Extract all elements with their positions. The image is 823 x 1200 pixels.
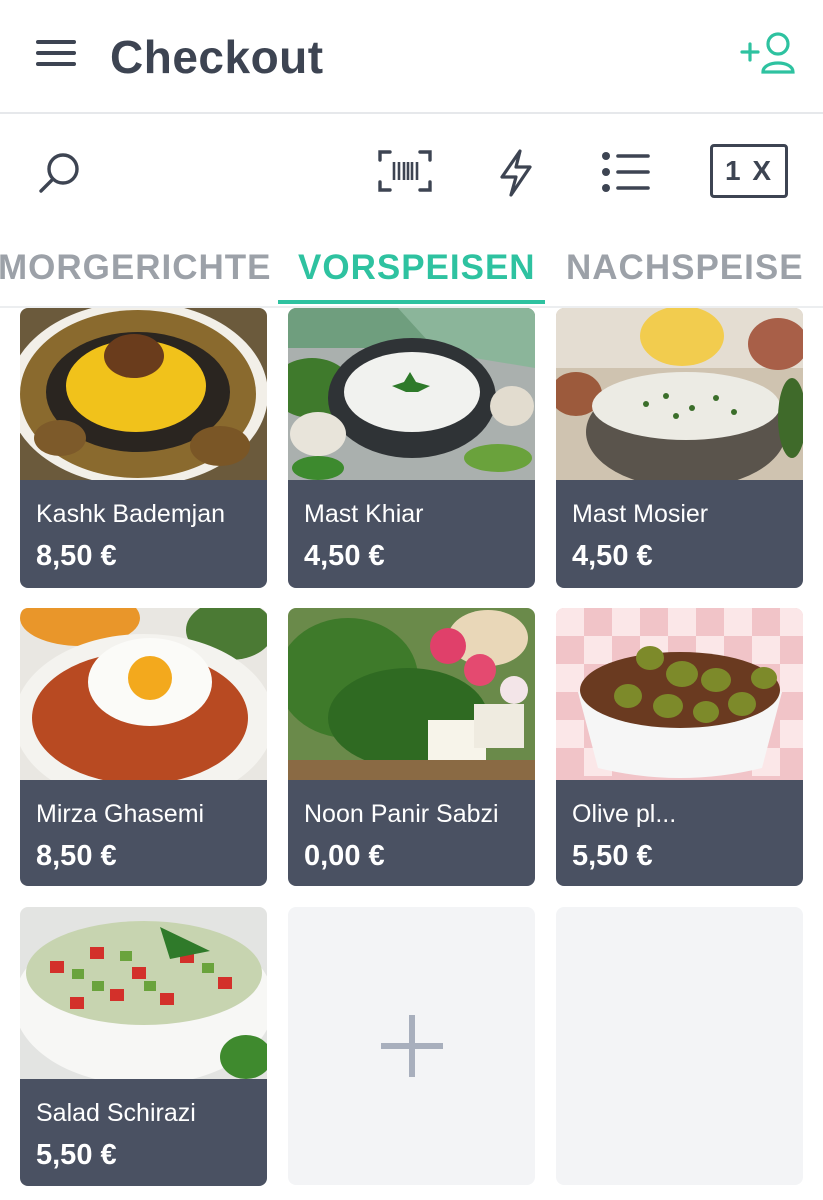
product-name: Mirza Ghasemi [36, 800, 205, 828]
hamburger-menu-icon[interactable] [28, 34, 84, 74]
product-price: 5,50 € [36, 1139, 117, 1171]
plus-icon [381, 1015, 443, 1077]
category-tabs: MORGERICHTE VORSPEISEN NACHSPEISE [0, 226, 823, 308]
barcode-scan-icon[interactable] [376, 146, 434, 196]
product-image [288, 608, 535, 780]
product-card[interactable]: Noon Panir Sabzi 0,00 € [288, 608, 535, 886]
search-icon[interactable] [34, 148, 86, 200]
product-card[interactable]: Salad Schirazi 5,50 € [20, 907, 267, 1186]
page-title: Checkout [110, 31, 324, 83]
product-card[interactable]: Mirza Ghasemi 8,50 € [20, 608, 267, 886]
lightning-icon[interactable] [494, 148, 538, 198]
product-price: 4,50 € [572, 540, 653, 572]
product-info: Salad Schirazi 5,50 € [20, 1079, 267, 1186]
product-name: Mast Mosier [572, 500, 709, 528]
product-name: Kashk Bademjan [36, 500, 226, 528]
product-grid: Kashk Bademjan 8,50 € Mast Khiar 4,50 € [0, 308, 823, 1200]
product-info: Mirza Ghasemi 8,50 € [20, 780, 267, 886]
product-image [556, 308, 803, 480]
product-image [20, 608, 267, 780]
product-card[interactable]: Olive pl... 5,50 € [556, 608, 803, 886]
empty-slot [556, 907, 803, 1185]
product-card[interactable]: Mast Khiar 4,50 € [288, 308, 535, 588]
quantity-multiplier-button[interactable]: 1 X [710, 144, 788, 198]
toolbar: 1 X [0, 114, 823, 226]
add-product-button[interactable] [288, 907, 535, 1185]
product-image [556, 608, 803, 780]
product-info: Noon Panir Sabzi 0,00 € [288, 780, 535, 886]
product-price: 5,50 € [572, 840, 653, 872]
product-card[interactable]: Kashk Bademjan 8,50 € [20, 308, 267, 588]
tab-nachspeise[interactable]: NACHSPEISE [566, 248, 804, 288]
tab-morgerichte[interactable]: MORGERICHTE [0, 248, 272, 288]
product-name: Salad Schirazi [36, 1099, 196, 1127]
add-user-icon[interactable] [736, 30, 800, 78]
product-info: Mast Mosier 4,50 € [556, 480, 803, 588]
product-name: Noon Panir Sabzi [304, 800, 499, 828]
product-info: Kashk Bademjan 8,50 € [20, 480, 267, 588]
product-card[interactable]: Mast Mosier 4,50 € [556, 308, 803, 588]
app-header: Checkout [0, 0, 823, 114]
product-price: 4,50 € [304, 540, 385, 572]
product-image [288, 308, 535, 480]
product-price: 8,50 € [36, 540, 117, 572]
list-view-icon[interactable] [600, 150, 652, 194]
product-info: Mast Khiar 4,50 € [288, 480, 535, 588]
active-tab-indicator [278, 300, 545, 304]
product-image [20, 907, 267, 1079]
product-price: 0,00 € [304, 840, 385, 872]
product-info: Olive pl... 5,50 € [556, 780, 803, 886]
product-name: Olive pl... [572, 800, 677, 828]
product-name: Mast Khiar [304, 500, 424, 528]
product-price: 8,50 € [36, 840, 117, 872]
product-image [20, 308, 267, 480]
tab-vorspeisen[interactable]: VORSPEISEN [298, 248, 536, 288]
